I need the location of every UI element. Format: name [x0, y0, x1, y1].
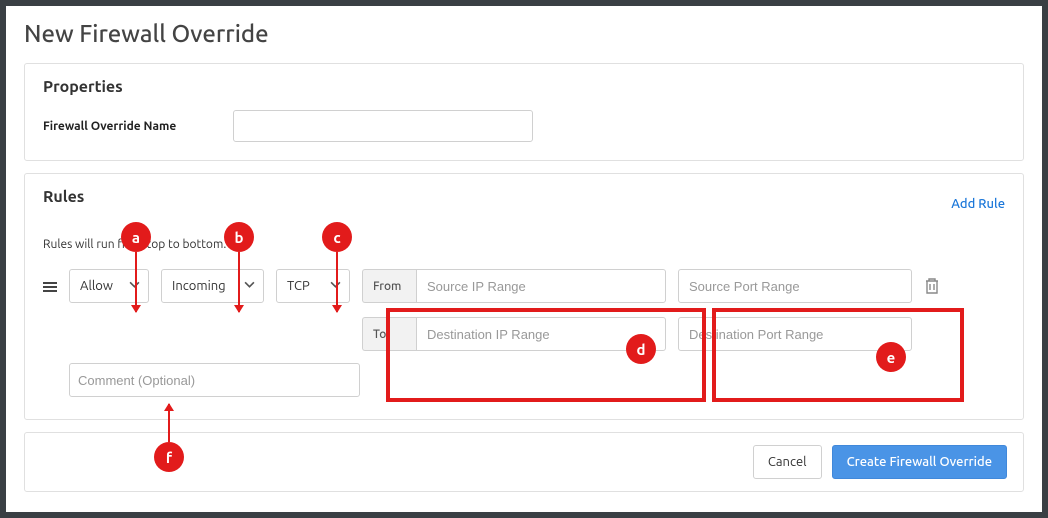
dest-port-input[interactable] — [678, 317, 912, 351]
comment-input[interactable] — [69, 363, 360, 397]
from-label: From — [362, 269, 416, 303]
properties-panel: Properties Firewall Override Name — [24, 63, 1024, 161]
chevron-down-icon — [330, 279, 341, 293]
add-rule-link[interactable]: Add Rule — [951, 197, 1005, 211]
delete-rule-button[interactable] — [924, 269, 940, 298]
port-range-group — [678, 269, 912, 351]
override-name-label: Firewall Override Name — [43, 120, 213, 133]
protocol-select[interactable]: TCP — [276, 269, 350, 303]
rules-heading: Rules — [43, 188, 84, 206]
ip-range-group: From To — [362, 269, 666, 351]
action-select-value: Allow — [80, 279, 113, 293]
direction-select[interactable]: Incoming — [161, 269, 264, 303]
action-select[interactable]: Allow — [69, 269, 149, 303]
chevron-down-icon — [244, 279, 255, 293]
drag-handle-icon[interactable] — [43, 269, 57, 292]
create-override-button[interactable]: Create Firewall Override — [832, 445, 1007, 479]
properties-heading: Properties — [43, 78, 1005, 96]
page-title: New Firewall Override — [24, 20, 1024, 47]
override-name-input[interactable] — [233, 110, 533, 142]
chevron-down-icon — [129, 279, 140, 293]
to-label: To — [362, 317, 416, 351]
rule-row: Allow Incoming TCP From — [43, 269, 1005, 351]
direction-select-value: Incoming — [172, 279, 226, 293]
footer-bar: Cancel Create Firewall Override — [24, 432, 1024, 492]
trash-icon — [924, 277, 940, 295]
rules-note: Rules will run from top to bottom. — [43, 238, 1005, 251]
cancel-button[interactable]: Cancel — [753, 445, 822, 479]
source-port-input[interactable] — [678, 269, 912, 303]
rules-panel: Rules Add Rule Rules will run from top t… — [24, 173, 1024, 420]
dest-ip-input[interactable] — [416, 317, 666, 351]
source-ip-input[interactable] — [416, 269, 666, 303]
protocol-select-value: TCP — [287, 279, 310, 293]
